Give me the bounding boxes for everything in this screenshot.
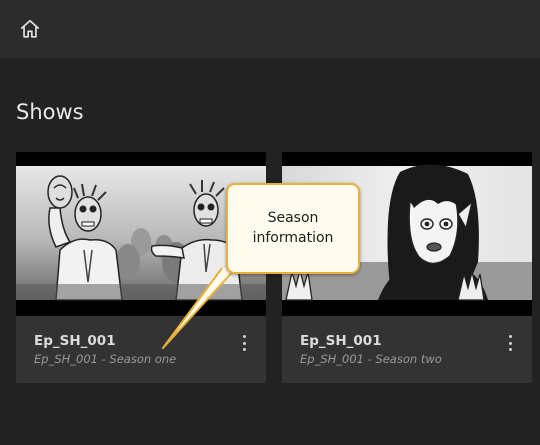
more-options-button[interactable] xyxy=(504,335,516,351)
more-vertical-icon-dot xyxy=(508,348,512,351)
show-title: Ep_SH_001 xyxy=(34,333,116,349)
more-vertical-icon xyxy=(242,335,246,338)
more-options-button[interactable] xyxy=(238,335,250,351)
more-vertical-icon-dot xyxy=(242,348,246,351)
show-title: Ep_SH_001 xyxy=(300,333,382,349)
show-subtitle: Ep_SH_001 - Season one xyxy=(34,352,177,366)
home-icon xyxy=(20,19,40,38)
show-subtitle: Ep_SH_001 - Season two xyxy=(300,352,442,366)
top-bar xyxy=(0,0,540,58)
home-button[interactable] xyxy=(14,13,46,45)
page-title: Shows xyxy=(16,100,84,124)
more-vertical-icon-dot xyxy=(508,341,512,345)
more-vertical-icon-dot xyxy=(242,341,246,345)
more-vertical-icon xyxy=(508,335,512,338)
callout-text: Season information xyxy=(252,209,334,246)
season-info-callout: Season information xyxy=(226,183,360,274)
